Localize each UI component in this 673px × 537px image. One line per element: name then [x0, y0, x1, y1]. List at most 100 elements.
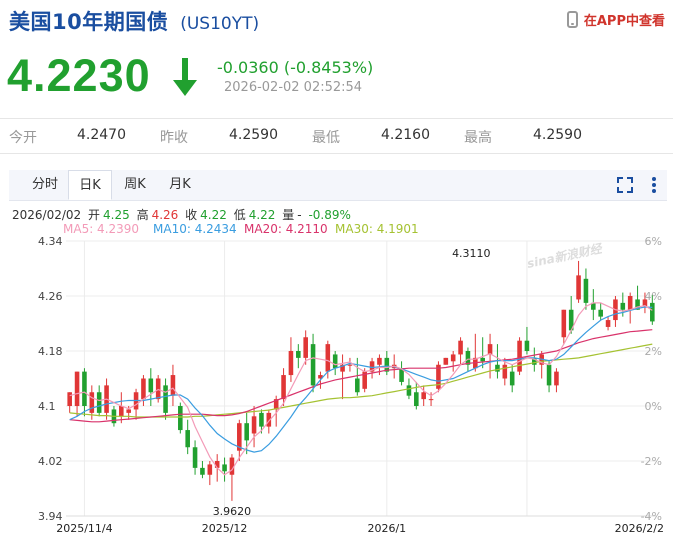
candle-down	[96, 392, 102, 413]
candle-up	[605, 320, 611, 327]
tab-daily-k[interactable]: 日K	[68, 170, 112, 200]
pct-tick-label: 2%	[645, 345, 662, 358]
stat-open-label: 今开	[9, 130, 37, 146]
instrument-title: 美国10年期国债	[9, 10, 169, 34]
candle-up	[554, 371, 559, 386]
candle-up	[450, 354, 456, 362]
candle-up	[421, 392, 426, 400]
ohlc-date: 2026/02/02	[12, 208, 82, 222]
candle-down	[163, 385, 168, 413]
candle-up	[377, 357, 382, 365]
phone-icon	[566, 11, 578, 28]
candle-up	[517, 340, 522, 372]
candle-down	[332, 354, 338, 369]
quote-timestamp: 2026-02-02 02:52:54	[224, 80, 363, 95]
y-tick-label: 4.26	[38, 290, 63, 303]
candle-down	[259, 412, 264, 427]
candle-up	[251, 416, 257, 434]
candle-up	[443, 357, 449, 365]
down-arrow-icon	[173, 58, 197, 96]
open-in-app-link[interactable]: 在APP中查看	[566, 10, 665, 29]
min-value-label: 3.9620	[213, 505, 252, 518]
sina-watermark: sina新浪财经	[526, 241, 605, 271]
candle-down	[524, 340, 530, 351]
y-tick-label: 4.1	[38, 400, 56, 413]
candle-up	[74, 371, 80, 406]
title-row: 美国10年期国债 (US10YT)	[9, 6, 259, 36]
candle-up	[576, 275, 581, 300]
candle-up	[487, 344, 493, 355]
candle-up	[347, 364, 353, 366]
candle-down	[546, 364, 552, 386]
candle-up	[458, 340, 463, 355]
stat-prev-close-label: 昨收	[160, 130, 188, 146]
chart-axes: 4.344.264.184.14.023.946%4%2%0%-2%-4%202…	[38, 235, 664, 535]
y-tick-label: 4.34	[38, 235, 63, 248]
y-tick-label: 4.02	[38, 455, 63, 468]
x-tick-label: 2026/1	[367, 522, 406, 535]
candle-down	[598, 309, 603, 317]
ohlc-high-label: 高	[136, 208, 149, 222]
candle-down	[414, 392, 419, 406]
candle-up	[141, 378, 146, 400]
quote-stats: 今开 4.2470 昨收 4.2590 最低 4.2160 最高 4.2590	[0, 118, 673, 154]
chart-period-tabs: 分时 日K 周K 月K	[9, 170, 667, 201]
price-change: -0.0360 (-0.8453%)	[217, 58, 374, 77]
candle-down	[296, 351, 301, 358]
ohlc-close-label: 收	[185, 208, 198, 222]
candle-down	[200, 467, 205, 475]
more-options-icon[interactable]	[651, 176, 657, 194]
ohlc-open-label: 开	[88, 208, 101, 222]
kline-chart[interactable]: sina新浪财经 4.344.264.184.14.023.946%4%2%0%…	[0, 232, 673, 537]
tab-intraday[interactable]: 分时	[23, 170, 67, 200]
ohlc-volume-value: -	[297, 208, 302, 222]
ohlc-close-value: 4.22	[200, 208, 227, 222]
ohlc-low-value: 4.22	[248, 208, 276, 222]
candle-up	[207, 464, 213, 475]
open-in-app-label: 在APP中查看	[583, 14, 665, 29]
candle-down	[192, 447, 198, 468]
candle-up	[170, 375, 176, 396]
y-tick-label: 4.18	[38, 345, 63, 358]
candle-up	[627, 296, 633, 310]
candles	[67, 260, 655, 501]
candle-down	[509, 371, 515, 386]
fullscreen-icon[interactable]	[617, 177, 633, 193]
candle-up	[67, 392, 72, 406]
candle-down	[650, 302, 655, 322]
stat-high-label: 最高	[464, 130, 492, 146]
candle-down	[185, 430, 190, 448]
candle-up	[126, 409, 131, 413]
max-value-label: 4.3110	[452, 247, 491, 260]
candle-down	[310, 344, 316, 386]
candle-down	[178, 406, 183, 431]
candle-up	[303, 337, 308, 358]
candle-up	[281, 375, 286, 400]
x-tick-label: 2025/12	[202, 522, 248, 535]
ohlc-open-value: 4.25	[103, 208, 130, 222]
candle-down	[148, 378, 154, 393]
candle-up	[288, 351, 294, 376]
stat-low-label: 最低	[312, 130, 340, 146]
candle-up	[502, 364, 508, 379]
ma20-line	[69, 329, 653, 423]
stat-high-value: 4.2590	[533, 127, 582, 143]
x-tick-label: 2025/11/4	[56, 522, 112, 535]
ohlc-high-value: 4.26	[151, 208, 179, 222]
candle-down	[620, 302, 626, 310]
candle-up	[155, 378, 161, 400]
ohlc-pct-change: -0.89%	[308, 208, 351, 222]
candle-down	[355, 378, 360, 393]
tab-weekly-k[interactable]: 周K	[113, 170, 157, 200]
instrument-code: (US10YT)	[180, 14, 260, 34]
tab-monthly-k[interactable]: 月K	[158, 170, 202, 200]
ohlc-low-label: 低	[233, 208, 246, 222]
pct-tick-label: 4%	[645, 290, 662, 303]
stat-low-value: 4.2160	[381, 127, 430, 143]
candle-up	[119, 406, 124, 417]
candle-down	[244, 423, 249, 441]
candle-up	[325, 344, 331, 372]
candle-down	[583, 278, 589, 303]
stat-prev-close-value: 4.2590	[229, 127, 278, 143]
candle-down	[222, 464, 227, 472]
